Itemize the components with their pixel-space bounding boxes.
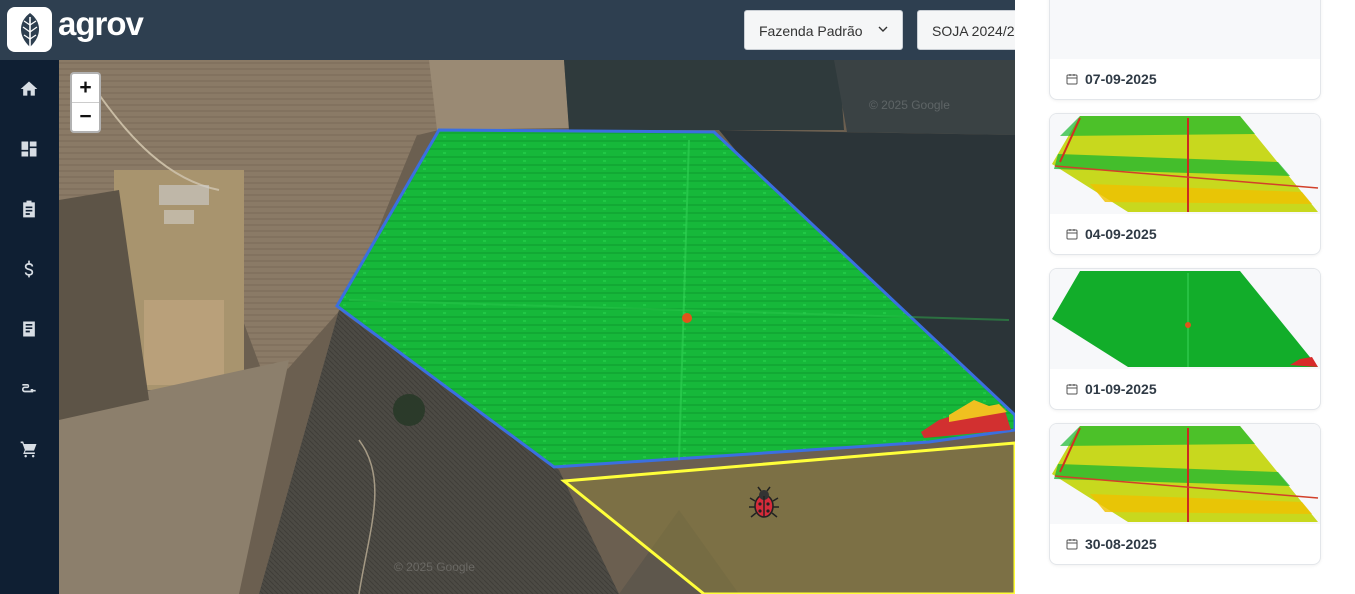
app-logo-text: agrov — [58, 5, 144, 42]
sidebar-item-shop[interactable] — [18, 438, 40, 460]
plug-icon — [22, 384, 36, 393]
imagery-date: 30-08-2025 — [1066, 536, 1157, 552]
imagery-date-label: 01-09-2025 — [1085, 381, 1157, 397]
imagery-date: 07-09-2025 — [1066, 71, 1157, 87]
sidebar-item-integrations[interactable] — [18, 378, 40, 400]
leaf-icon — [20, 13, 40, 48]
sidebar-item-tasks[interactable] — [18, 198, 40, 220]
report-icon — [23, 321, 35, 337]
zoom-control: + − — [70, 72, 101, 133]
bug-icon[interactable] — [747, 486, 781, 520]
calendar-icon — [1066, 384, 1078, 395]
imagery-card[interactable]: 04-09-2025 — [1049, 113, 1321, 255]
logo[interactable] — [7, 7, 52, 52]
ndvi-thumbnail — [1050, 269, 1320, 369]
top-bar: agrov Fazenda Padrão SOJA 2024/2 — [0, 0, 1027, 60]
calendar-icon — [1066, 539, 1078, 550]
imagery-panel: 07-09-2025 04-09-2025 01-09-2025 30-08-2… — [1015, 0, 1355, 594]
clipboard-icon — [23, 200, 35, 218]
home-icon — [20, 81, 38, 96]
imagery-date-label: 04-09-2025 — [1085, 226, 1157, 242]
dashboard-icon — [21, 141, 37, 157]
calendar-icon — [1066, 74, 1078, 85]
calendar-icon — [1066, 229, 1078, 240]
sidebar-item-home[interactable] — [18, 78, 40, 100]
map-watermark: © 2025 Google — [869, 98, 950, 112]
ndvi-thumbnail — [1050, 424, 1320, 524]
imagery-date: 01-09-2025 — [1066, 381, 1157, 397]
imagery-date-label: 07-09-2025 — [1085, 71, 1157, 87]
imagery-card[interactable]: 07-09-2025 — [1049, 0, 1321, 100]
season-select-value: SOJA 2024/2 — [932, 23, 1015, 39]
ndvi-thumbnail — [1050, 114, 1320, 214]
imagery-thumbnail — [1050, 0, 1320, 59]
imagery-date: 04-09-2025 — [1066, 226, 1157, 242]
zoom-in-button[interactable]: + — [72, 74, 99, 103]
map-watermark: © 2025 Google — [394, 560, 475, 574]
imagery-date-label: 30-08-2025 — [1085, 536, 1157, 552]
zoom-out-button[interactable]: − — [72, 103, 99, 132]
imagery-card[interactable]: 30-08-2025 — [1049, 423, 1321, 565]
satellite-imagery — [59, 60, 1015, 594]
sidebar-item-reports[interactable] — [18, 318, 40, 340]
farm-select-value: Fazenda Padrão — [759, 23, 863, 39]
imagery-card[interactable]: 01-09-2025 — [1049, 268, 1321, 410]
map-view[interactable]: © 2025 Google © 2025 Google + − — [59, 60, 1015, 594]
dollar-icon — [24, 260, 34, 278]
cart-icon — [20, 441, 37, 458]
sidebar — [0, 60, 59, 594]
farm-select[interactable]: Fazenda Padrão — [744, 10, 903, 50]
chevron-down-icon — [878, 26, 888, 32]
season-select[interactable]: SOJA 2024/2 — [917, 10, 1027, 50]
sidebar-item-finance[interactable] — [18, 258, 40, 280]
sidebar-item-dashboard[interactable] — [18, 138, 40, 160]
